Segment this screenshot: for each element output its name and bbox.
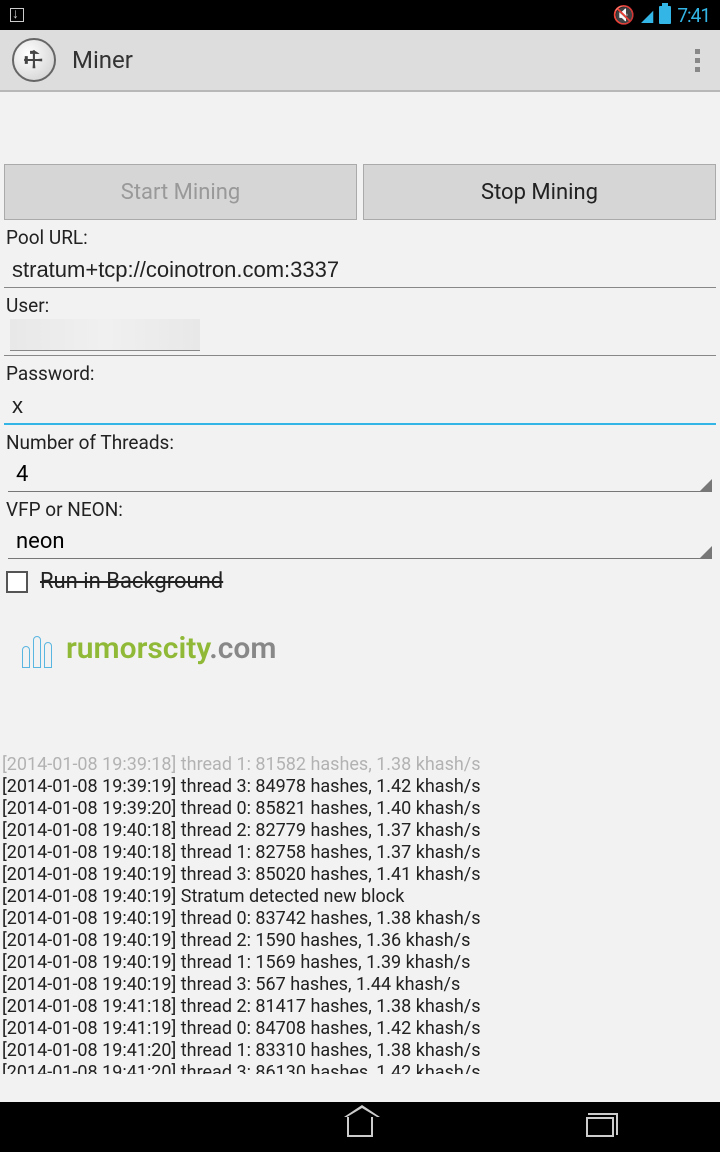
log-line: [2014-01-08 19:41:19] thread 0: 84708 ha…	[2, 1018, 718, 1040]
threads-spinner[interactable]: 4	[8, 456, 712, 492]
vfp-neon-label: VFP or NEON:	[4, 494, 716, 523]
password-label: Password:	[4, 358, 716, 387]
log-line: [2014-01-08 19:40:19] Stratum detected n…	[2, 886, 718, 908]
pool-url-label: Pool URL:	[4, 222, 716, 251]
log-line: [2014-01-08 19:40:18] thread 1: 82758 ha…	[2, 842, 718, 864]
watermark-icon	[20, 628, 60, 668]
password-input[interactable]	[4, 387, 716, 425]
content-area: Start Mining Stop Mining Pool URL: User:…	[0, 92, 720, 1074]
run-background-checkbox[interactable]	[6, 571, 28, 593]
user-input[interactable]	[10, 319, 200, 351]
run-background-row[interactable]: Run in Background	[0, 559, 720, 604]
back-button[interactable]	[95, 1112, 145, 1142]
pickaxe-icon: ⚒	[18, 44, 50, 76]
watermark: rumorscity.com	[0, 604, 720, 692]
recent-apps-button[interactable]	[575, 1112, 625, 1142]
vfp-neon-spinner[interactable]: neon	[8, 523, 712, 559]
watermark-text-main: rumorscity	[66, 631, 209, 666]
home-button[interactable]	[335, 1112, 385, 1142]
threads-label: Number of Threads:	[4, 427, 716, 456]
log-line: [2014-01-08 19:40:18] thread 2: 82779 ha…	[2, 820, 718, 842]
log-line: [2014-01-08 19:39:18] thread 1: 81582 ha…	[2, 754, 718, 776]
watermark-text-suffix: .com	[209, 631, 276, 666]
download-notification-icon	[10, 8, 24, 22]
log-line: [2014-01-08 19:41:18] thread 2: 81417 ha…	[2, 996, 718, 1018]
log-line: [2014-01-08 19:39:20] thread 0: 85821 ha…	[2, 798, 718, 820]
log-line: [2014-01-08 19:40:19] thread 1: 1569 has…	[2, 952, 718, 974]
action-bar: ⚒ Miner	[0, 30, 720, 92]
log-line: [2014-01-08 19:39:19] thread 3: 84978 ha…	[2, 776, 718, 798]
run-background-label: Run in Background	[40, 569, 223, 594]
log-line: [2014-01-08 19:40:19] thread 2: 1590 has…	[2, 930, 718, 952]
clock-time: 7:41	[677, 4, 710, 27]
log-line: [2014-01-08 19:41:20] thread 3: 86130 ha…	[2, 1062, 718, 1074]
user-label: User:	[4, 290, 716, 319]
status-bar: 🔇 ◢ 7:41	[0, 0, 720, 30]
mute-icon: 🔇	[613, 5, 635, 26]
log-line: [2014-01-08 19:40:19] thread 3: 85020 ha…	[2, 864, 718, 886]
log-line: [2014-01-08 19:40:19] thread 3: 567 hash…	[2, 974, 718, 996]
log-line: [2014-01-08 19:41:20] thread 1: 83310 ha…	[2, 1040, 718, 1062]
log-line: [2014-01-08 19:40:19] thread 0: 83742 ha…	[2, 908, 718, 930]
pool-url-input[interactable]	[4, 251, 716, 288]
stop-mining-button[interactable]: Stop Mining	[363, 164, 716, 220]
navigation-bar	[0, 1102, 720, 1152]
start-mining-button[interactable]: Start Mining	[4, 164, 357, 220]
overflow-menu-button[interactable]	[687, 41, 708, 80]
app-icon: ⚒	[12, 38, 56, 82]
battery-icon	[659, 6, 671, 24]
mining-log[interactable]: [2014-01-08 19:39:18] thread 1: 81582 ha…	[0, 754, 720, 1074]
app-title: Miner	[72, 46, 687, 74]
wifi-icon: ◢	[641, 6, 653, 25]
